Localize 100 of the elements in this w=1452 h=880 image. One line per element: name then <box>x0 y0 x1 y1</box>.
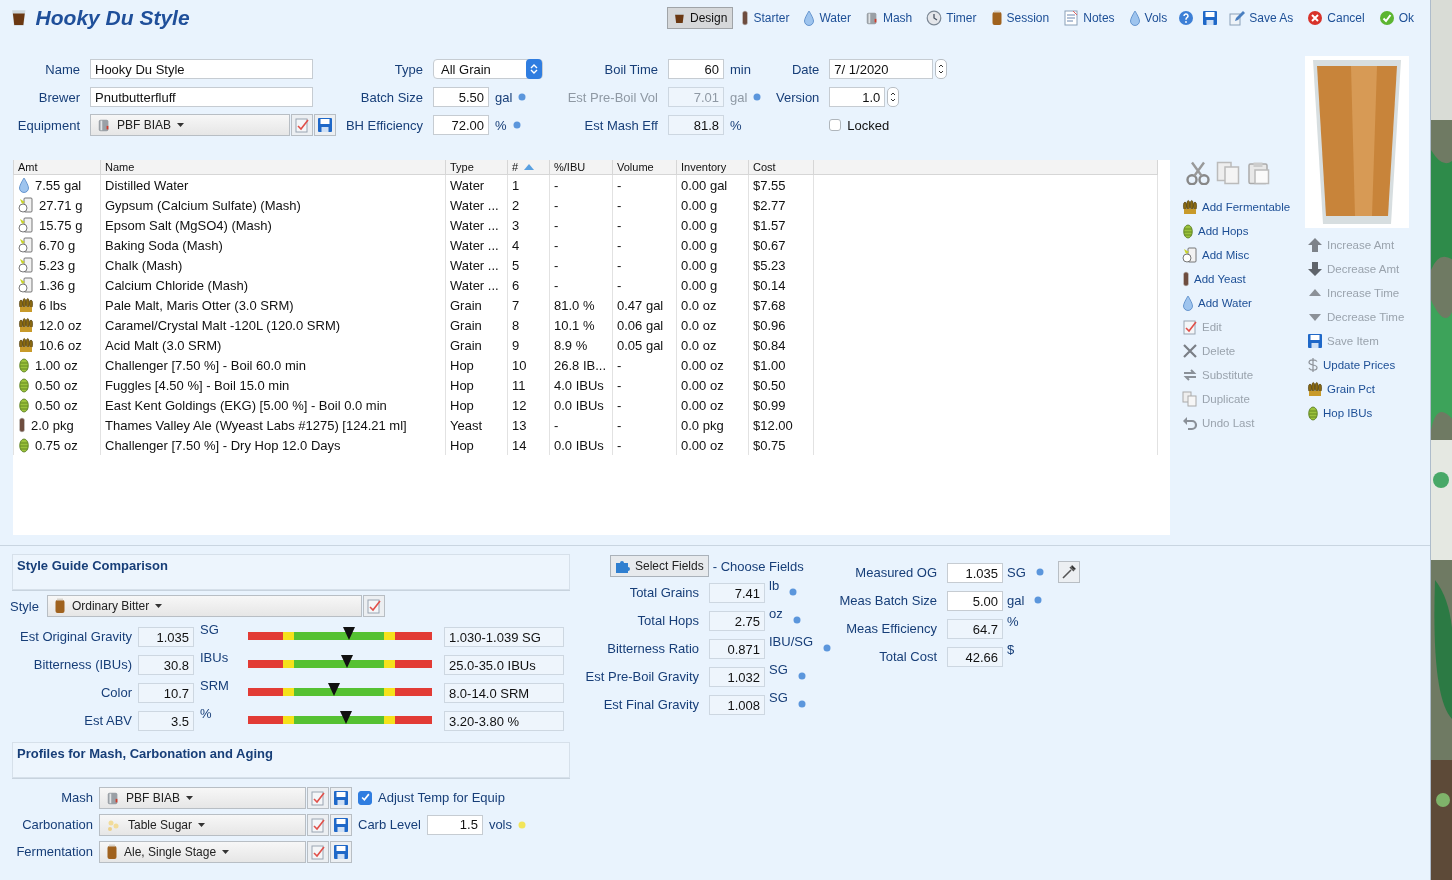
save-button[interactable] <box>330 813 352 836</box>
column-header[interactable]: Name <box>100 160 446 175</box>
action-button[interactable]: Hop IBUs <box>1305 401 1430 425</box>
table-cell: - <box>617 397 622 413</box>
table-cell: - <box>554 417 559 433</box>
table-cell: Gypsum (Calcium Sulfate) (Mash) <box>105 197 301 213</box>
edit-button[interactable] <box>307 813 329 836</box>
toolbar-button[interactable]: Save As <box>1223 7 1300 29</box>
action-button[interactable]: Update Prices <box>1305 353 1430 377</box>
table-cell: 9 <box>512 337 520 353</box>
select-fields-button[interactable]: Select Fields <box>610 555 709 577</box>
name-field[interactable]: Hooky Du Style <box>90 59 313 79</box>
number-field[interactable]: 60 <box>668 59 724 79</box>
toolbar-tab[interactable]: Notes <box>1057 7 1121 29</box>
hop-icon <box>18 377 30 393</box>
edit-button[interactable] <box>307 840 329 863</box>
toolbar-tab[interactable]: Design <box>667 7 734 29</box>
save-button[interactable] <box>330 786 352 809</box>
field-label: Color <box>99 684 132 700</box>
duplicate-icon <box>1182 391 1198 407</box>
edit-button[interactable] <box>307 786 329 809</box>
toolbar-tab[interactable]: Timer <box>920 7 983 29</box>
toolbar-tab[interactable]: Session <box>984 7 1056 29</box>
puzzle-icon <box>615 558 631 574</box>
profile-dropdown[interactable]: Ale, Single Stage <box>99 840 306 863</box>
number-field[interactable]: 81.8 <box>668 115 724 135</box>
field-label: Carbonation <box>21 817 93 832</box>
indicator-dot-icon <box>1035 568 1044 576</box>
table-cell: 1.00 oz <box>35 357 78 373</box>
column-header[interactable]: # <box>507 160 550 175</box>
table-cell: 0.50 oz <box>35 377 78 393</box>
table-cell: 0.00 g <box>681 277 718 293</box>
action-button[interactable]: Add Misc <box>1180 243 1305 267</box>
number-field[interactable]: 72.00 <box>433 115 489 135</box>
carb-level-field[interactable]: 1.5 <box>426 814 483 835</box>
value-field: 10.7 <box>138 683 194 703</box>
table-cell: 0.0 pkg <box>681 417 724 433</box>
adjust-temp-checkbox[interactable]: Adjust Temp for Equip <box>358 790 505 805</box>
table-cell: 7.55 gal <box>35 177 82 193</box>
table-cell: - <box>617 357 622 373</box>
version-field[interactable]: 1.0 <box>829 87 886 107</box>
value-field: 1.032 <box>709 667 765 687</box>
toolbar-button[interactable]: Ok <box>1372 7 1420 29</box>
table-cell: 0.00 g <box>681 217 718 233</box>
edit-button[interactable] <box>291 114 313 136</box>
table-cell: Pale Malt, Maris Otter (3.0 SRM) <box>105 297 294 313</box>
indicator-dot-icon <box>512 121 521 129</box>
value-field[interactable]: 5.00 <box>947 591 1003 611</box>
toolbar-button[interactable]: Cancel <box>1301 7 1371 29</box>
column-header[interactable]: Amt <box>13 160 101 175</box>
unit-label: IBU/SG <box>769 634 814 649</box>
number-field[interactable]: 5.50 <box>433 87 489 107</box>
table-cell: 0.00 oz <box>681 357 724 373</box>
toolbar-tab[interactable]: Water <box>797 7 857 29</box>
toolbar-tab[interactable]: Vols <box>1122 7 1174 29</box>
table-cell: - <box>554 217 559 233</box>
field-label: Boil Time <box>603 61 658 77</box>
column-header[interactable]: Type <box>445 160 508 175</box>
table-cell: - <box>617 377 622 393</box>
toolbar-tab[interactable]: Starter <box>735 7 796 29</box>
stepper-icon[interactable] <box>887 87 900 107</box>
action-button[interactable]: Add Fermentable <box>1180 195 1305 219</box>
beer-glass-icon <box>673 10 686 26</box>
column-header[interactable]: Cost <box>748 160 814 175</box>
date-field[interactable]: 7/ 1/2020 <box>829 59 934 79</box>
profile-dropdown[interactable]: PBF BIAB <box>99 786 306 809</box>
profile-dropdown[interactable]: Table Sugar <box>99 813 306 836</box>
column-header[interactable]: Inventory <box>676 160 749 175</box>
table-cell: 12 <box>512 397 527 413</box>
action-button[interactable]: Add Water <box>1180 291 1305 315</box>
unit-label: gal <box>495 89 513 105</box>
field-label: Bitterness (IBUs) <box>32 656 132 672</box>
dollar-icon <box>1307 357 1319 373</box>
save-button[interactable] <box>330 840 352 863</box>
toolbar-tab[interactable]: Mash <box>858 7 919 29</box>
action-button[interactable]: Add Hops <box>1180 219 1305 243</box>
field-label: Est ABV <box>83 712 132 728</box>
action-button[interactable]: Add Yeast <box>1180 267 1305 291</box>
edit-button[interactable] <box>362 595 385 617</box>
pipette-button[interactable] <box>1057 561 1080 583</box>
indicator-dot-icon <box>823 644 832 652</box>
jar-icon <box>1182 247 1198 263</box>
save-icon <box>317 117 333 133</box>
stepper-icon[interactable] <box>935 59 948 79</box>
column-header[interactable]: Volume <box>612 160 677 175</box>
brewer-field[interactable]: Pnutbutterfluff <box>90 87 313 107</box>
stepper-icon <box>530 63 538 75</box>
type-dropdown[interactable]: All Grain <box>433 59 543 79</box>
equipment-dropdown[interactable]: PBF BIAB <box>90 114 290 136</box>
unit-label: vols <box>488 817 512 832</box>
value-field: 3.5 <box>138 711 194 731</box>
caret-icon <box>177 123 185 127</box>
style-dropdown[interactable]: Ordinary Bitter <box>46 595 362 617</box>
action-button[interactable]: Grain Pct <box>1305 377 1430 401</box>
column-header[interactable]: %/IBU <box>549 160 613 175</box>
locked-checkbox[interactable]: Locked <box>829 117 948 133</box>
value-field[interactable]: 1.035 <box>947 563 1003 583</box>
unit-label: SRM <box>200 678 230 693</box>
checklist-icon <box>310 843 326 860</box>
save-button[interactable] <box>314 114 336 136</box>
